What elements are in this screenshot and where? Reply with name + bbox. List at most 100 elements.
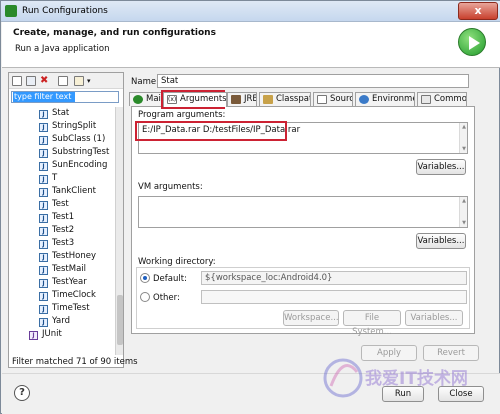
java-class-icon: J [39, 292, 48, 301]
source-tab-icon [317, 95, 327, 104]
tree-item[interactable]: J SubstringTest [39, 146, 109, 158]
tab-main[interactable]: Main [129, 92, 165, 106]
dialog-button-bar: ? Run Close [2, 373, 500, 414]
filter-icon[interactable] [74, 76, 84, 86]
tree-item[interactable]: J TankClient [39, 185, 96, 197]
java-class-icon: J [39, 175, 48, 184]
working-dir-variables-button[interactable]: Variables... [405, 310, 463, 326]
program-arguments-scrollbar[interactable]: ▲ ▼ [459, 123, 467, 153]
delete-icon[interactable]: ✖ [40, 76, 50, 86]
working-directory-group: Default: ${workspace_loc:Android4.0} Oth… [136, 267, 470, 337]
tab-source[interactable]: Source [313, 92, 353, 106]
eclipse-app-icon [5, 5, 17, 17]
vm-arguments-label: VM arguments: [138, 182, 203, 192]
java-class-icon: J [39, 266, 48, 275]
tree-item[interactable]: J SubClass (1) [39, 133, 105, 145]
run-configurations-dialog: Run Configurations x Create, manage, and… [0, 0, 500, 414]
run-button[interactable]: Run [382, 386, 424, 402]
tree-item[interactable]: J TimeTest [39, 302, 90, 314]
tree-scrollbar-thumb[interactable] [117, 295, 123, 345]
java-class-icon: J [39, 240, 48, 249]
tree-item[interactable]: J TimeClock [39, 289, 96, 301]
header-title: Create, manage, and run configurations [13, 28, 216, 38]
tree-scrollbar[interactable] [115, 107, 123, 355]
window-title: Run Configurations [22, 6, 108, 16]
name-label: Name: [131, 77, 159, 87]
vm-arguments-input[interactable]: ▲ ▼ [138, 196, 468, 228]
close-button[interactable]: Close [438, 386, 484, 402]
tree-item[interactable]: J StringSplit [39, 120, 96, 132]
tree-item[interactable]: J SunEncoding [39, 159, 107, 171]
program-arguments-input[interactable]: E:/IP_Data.rar D:/testFiles/IP_Data.rar … [138, 122, 468, 154]
help-icon[interactable]: ? [14, 385, 30, 401]
java-class-icon: J [39, 162, 48, 171]
vm-arguments-scrollbar[interactable]: ▲ ▼ [459, 197, 467, 227]
tab-arguments[interactable]: (x) Arguments [163, 92, 227, 107]
common-tab-icon [421, 95, 431, 104]
junit-icon: J [29, 331, 38, 340]
dialog-header: Create, manage, and run configurations R… [2, 22, 500, 68]
other-label: Other: [153, 293, 180, 303]
vm-variables-button[interactable]: Variables... [416, 233, 466, 249]
java-class-icon: J [39, 149, 48, 158]
classpath-tab-icon [263, 95, 273, 104]
filter-input-text: type filter text [13, 92, 75, 102]
tab-common[interactable]: Common [417, 92, 467, 106]
other-radio[interactable] [140, 292, 150, 302]
collapse-all-icon[interactable] [58, 76, 68, 86]
tree-item[interactable]: J Test3 [39, 237, 74, 249]
duplicate-icon[interactable] [26, 76, 36, 86]
apply-button[interactable]: Apply [361, 345, 417, 361]
default-label: Default: [153, 274, 187, 284]
window-close-button[interactable]: x [458, 2, 498, 20]
new-configuration-icon[interactable] [12, 76, 22, 86]
java-class-icon: J [39, 123, 48, 132]
arguments-tab-icon: (x) [167, 95, 177, 104]
revert-button[interactable]: Revert [423, 345, 479, 361]
name-input[interactable]: Stat [157, 74, 469, 88]
tree-item[interactable]: J TestHoney [39, 250, 96, 262]
jre-tab-icon [231, 95, 241, 104]
tree-item[interactable]: J Yard [39, 315, 70, 327]
editor-tabs: Main (x)Arguments JRE Classpath Source E… [129, 92, 469, 107]
header-subtitle: Run a Java application [15, 44, 110, 54]
filter-status: Filter matched 71 of 90 items [12, 357, 138, 367]
tree-item[interactable]: J TestMail [39, 263, 86, 275]
program-arguments-text: E:/IP_Data.rar D:/testFiles/IP_Data.rar [142, 125, 301, 135]
java-class-icon: J [39, 253, 48, 262]
tab-jre[interactable]: JRE [227, 92, 257, 106]
program-variables-button[interactable]: Variables... [416, 159, 466, 175]
tab-environment[interactable]: Environment [355, 92, 415, 106]
run-banner-icon [458, 28, 486, 56]
default-directory-field: ${workspace_loc:Android4.0} [201, 271, 467, 285]
configuration-list-pane: ✖ ▾ type filter text J Stat J StringSplit … [8, 72, 138, 368]
java-class-icon: J [39, 188, 48, 197]
program-arguments-label: Program arguments: [138, 110, 226, 120]
tree-item-junit[interactable]: J JUnit [29, 328, 62, 340]
arguments-panel: Program arguments: E:/IP_Data.rar D:/tes… [131, 106, 475, 337]
tree-item[interactable]: J Stat [39, 107, 69, 119]
java-class-icon: J [39, 201, 48, 210]
tree-item[interactable]: J Test2 [39, 224, 74, 236]
java-class-icon: J [39, 305, 48, 314]
filter-input[interactable]: type filter text [11, 91, 119, 103]
tab-classpath[interactable]: Classpath [259, 92, 311, 106]
java-class-icon: J [39, 279, 48, 288]
tree-item[interactable]: J Test [39, 198, 69, 210]
environment-tab-icon [359, 95, 369, 104]
working-directory-label: Working directory: [138, 257, 216, 267]
other-directory-field[interactable] [201, 290, 467, 304]
workspace-button[interactable]: Workspace... [283, 310, 339, 326]
view-menu-icon[interactable]: ▾ [87, 76, 97, 86]
tree-item[interactable]: J Test1 [39, 211, 74, 223]
default-radio[interactable] [140, 273, 150, 283]
tree-item[interactable]: JT [39, 172, 57, 184]
left-toolbar: ✖ ▾ [9, 73, 123, 89]
java-class-icon: J [39, 136, 48, 145]
file-system-button[interactable]: File System... [343, 310, 401, 337]
configuration-tree: J Stat J StringSplit J SubClass (1) J Substr… [9, 107, 115, 357]
java-class-icon: J [39, 227, 48, 236]
main-tab-icon [133, 95, 143, 104]
java-class-icon: J [39, 214, 48, 223]
tree-item[interactable]: J TestYear [39, 276, 87, 288]
